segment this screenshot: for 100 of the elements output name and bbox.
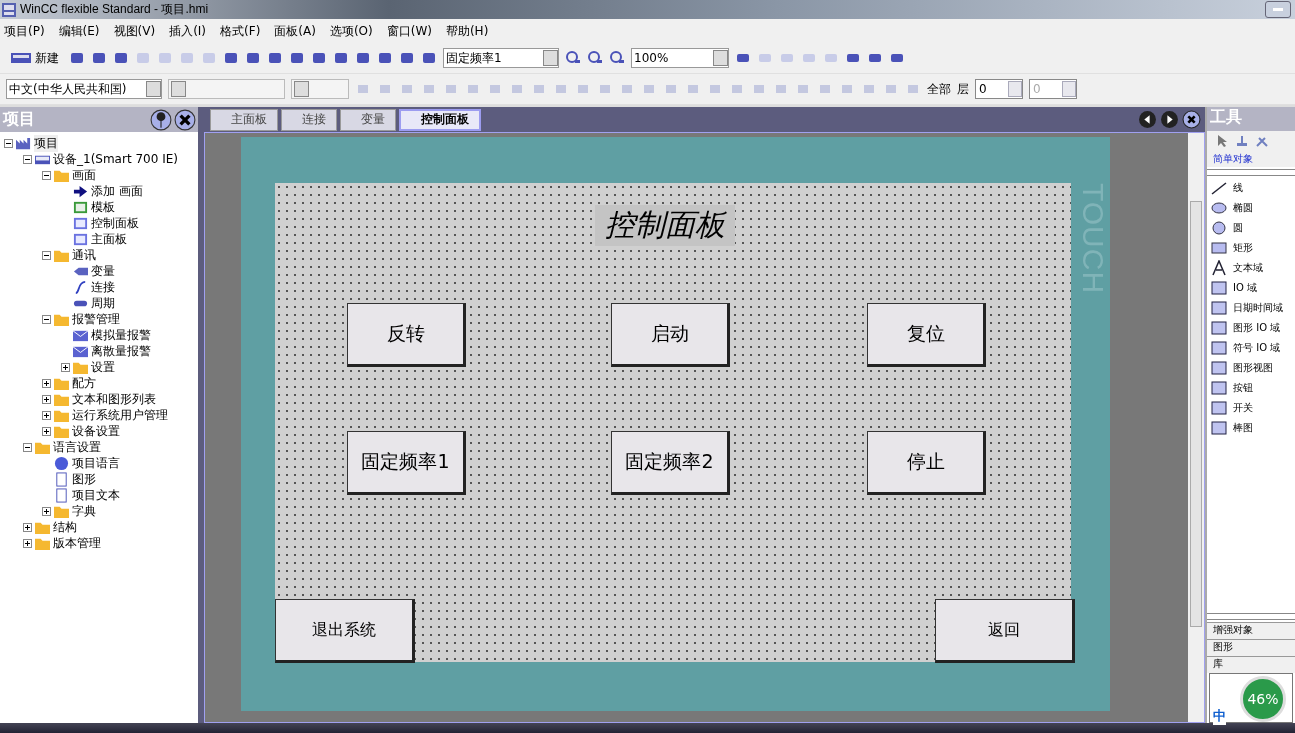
tree-item[interactable]: 离散量报警 [91,342,151,360]
splitter-handle[interactable] [1207,613,1295,620]
tool-item[interactable]: 图形 IO 域 [1233,321,1281,335]
menu-item[interactable]: 选项(O) [329,22,373,40]
tree-item[interactable]: 连接 [91,278,115,296]
tool-item[interactable]: 日期时间域 [1233,301,1283,315]
menu-item[interactable]: 插入(I) [169,22,207,40]
collapse-icon[interactable] [23,442,32,452]
menu-item[interactable]: 视图(V) [113,22,156,40]
hmi-button[interactable]: 退出系统 [275,599,415,663]
zoom-out-icon[interactable] [609,50,625,66]
tree-item[interactable]: 配方 [72,374,96,392]
collapse-icon[interactable] [42,170,51,180]
tree-item[interactable]: 运行系统用户管理 [72,406,168,424]
collapse-icon[interactable] [23,154,32,164]
expand-icon[interactable] [42,378,51,388]
scrollbar[interactable] [1188,133,1204,722]
expand-icon[interactable] [42,394,51,404]
section-header[interactable]: 图形 [1207,639,1295,656]
zoom-in-icon[interactable] [587,50,603,66]
tool-item[interactable]: 棒图 [1233,421,1253,435]
tree-item[interactable]: 结构 [53,518,77,536]
close-icon[interactable] [1182,110,1201,129]
hmi-button[interactable]: 固定频率2 [611,431,730,495]
layer-spinner[interactable]: 0 [975,79,1023,99]
hmi-button[interactable]: 复位 [867,303,986,367]
tree-item[interactable]: 版本管理 [53,534,101,552]
expand-icon[interactable] [42,426,51,436]
editor-tab[interactable]: 连接 [281,108,337,131]
hmi-button[interactable]: 启动 [611,303,730,367]
tool-item[interactable]: 图形视图 [1233,361,1273,375]
expand-icon[interactable] [42,410,51,420]
tree-item[interactable]: 画面 [72,166,96,184]
collapse-icon[interactable] [4,138,13,148]
tree-item[interactable]: 语言设置 [53,438,101,456]
tree-item[interactable]: 字典 [72,502,96,520]
expand-icon[interactable] [42,506,51,516]
tool-item[interactable]: 开关 [1233,401,1253,415]
section-header[interactable]: 增强对象 [1207,622,1295,639]
ime-indicator[interactable]: 中 [1213,707,1226,725]
tool-item[interactable]: 文本域 [1233,261,1263,275]
hmi-button[interactable]: 反转 [347,303,466,367]
editor-tab[interactable]: 控制面板 [399,108,481,131]
tool-item[interactable]: 椭圆 [1233,201,1253,215]
tool-item[interactable]: 圆 [1233,221,1243,235]
collapse-icon[interactable] [42,250,51,260]
menu-item[interactable]: 编辑(E) [58,22,100,40]
pin-icon[interactable] [150,108,172,131]
expand-icon[interactable] [61,362,70,372]
editor-tab[interactable]: 变量 [340,108,396,131]
minimize-button[interactable] [1265,1,1291,18]
tree-item[interactable]: 主面板 [91,230,127,248]
tree-item[interactable]: 文本和图形列表 [72,390,156,408]
tree-item[interactable]: 模拟量报警 [91,326,151,344]
tool-item[interactable]: 符号 IO 域 [1233,341,1281,355]
stamp-icon[interactable] [1235,134,1249,148]
tree-item[interactable]: 控制面板 [91,214,139,232]
tools-icon[interactable] [1255,134,1269,148]
tree-item[interactable]: 周期 [91,294,115,312]
tree-item[interactable]: 报警管理 [72,310,120,328]
hmi-button[interactable]: 停止 [867,431,986,495]
tree-item[interactable]: 设备_1(Smart 700 IE) [53,150,178,168]
next-icon[interactable] [1160,110,1179,129]
new-button[interactable]: 新建 [6,49,63,67]
menu-item[interactable]: 面板(A) [274,22,316,40]
hmi-button[interactable]: 固定频率1 [347,431,466,495]
previous-icon[interactable] [1138,110,1157,129]
editor-tab[interactable]: 主面板 [210,108,278,131]
pointer-icon[interactable] [1215,134,1229,148]
screen-dropdown[interactable]: 固定频率1 [443,48,559,68]
tree-item[interactable]: 项目 [34,134,58,152]
collapse-icon[interactable] [42,314,51,324]
menu-item[interactable]: 帮助(H) [445,22,489,40]
tool-item[interactable]: IO 域 [1233,281,1257,295]
tool-item[interactable]: 矩形 [1233,241,1253,255]
category-header[interactable]: 简单对象 [1207,151,1295,167]
section-header[interactable]: 库 [1207,656,1295,673]
close-icon[interactable] [174,108,196,131]
tree-item[interactable]: 变量 [91,262,115,280]
zoom-dropdown[interactable]: 100% [631,48,729,68]
menu-item[interactable]: 窗口(W) [386,22,432,40]
menu-item[interactable]: 项目(P) [4,22,45,40]
tool-item[interactable]: 按钮 [1233,381,1253,395]
splitter-handle[interactable] [1207,169,1295,176]
expand-icon[interactable] [23,538,32,548]
tree-item[interactable]: 图形 [72,470,96,488]
tree-item[interactable]: 通讯 [72,246,96,264]
tree-item[interactable]: 设置 [91,358,115,376]
tree-item[interactable]: 设备设置 [72,422,120,440]
tree-item[interactable]: 添加 画面 [91,182,143,200]
expand-icon[interactable] [23,522,32,532]
tree-item[interactable]: 项目文本 [72,486,120,504]
menu-item[interactable]: 格式(F) [220,22,261,40]
tool-item[interactable]: 线 [1233,181,1243,195]
select-zoom-icon[interactable] [565,50,581,66]
tree-item[interactable]: 项目语言 [72,454,120,472]
hmi-button[interactable]: 返回 [935,599,1075,663]
panel-title: 工具 [1210,107,1242,126]
tree-item[interactable]: 模板 [91,198,115,216]
language-dropdown[interactable]: 中文(中华人民共和国) [6,79,162,99]
